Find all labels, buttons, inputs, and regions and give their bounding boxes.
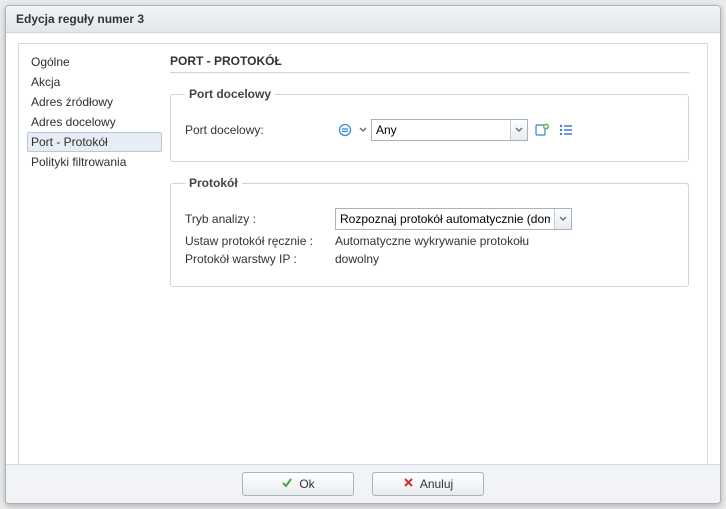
row-manual-protocol: Ustaw protokół ręcznie : Automatyczne wy… — [185, 234, 674, 248]
add-new-icon[interactable] — [532, 120, 552, 140]
chevron-down-icon[interactable] — [359, 123, 367, 137]
group-protocol: Protokół Tryb analizy : Ustaw protokół r… — [170, 176, 689, 287]
section-title: PORT - PROTOKÓŁ — [170, 52, 689, 73]
ok-button-label: Ok — [299, 477, 314, 491]
sidebar-item-port-protocol[interactable]: Port - Protokół — [27, 132, 162, 152]
chevron-down-icon[interactable] — [554, 209, 571, 229]
cancel-button[interactable]: Anuluj — [372, 472, 484, 496]
dst-port-combo[interactable] — [371, 119, 528, 141]
label-ip-layer-protocol: Protokół warstwy IP : — [185, 252, 335, 266]
sidebar-item-dst-addr[interactable]: Adres docelowy — [27, 112, 162, 132]
group-port: Port docelowy Port docelowy: — [170, 87, 689, 162]
close-icon — [403, 477, 414, 491]
dialog-edit-rule: Edycja reguły numer 3 Ogólne Akcja Adres… — [5, 5, 721, 504]
chevron-down-icon[interactable] — [510, 120, 527, 140]
sidebar-item-action[interactable]: Akcja — [27, 72, 162, 92]
sidebar-item-src-addr[interactable]: Adres źródłowy — [27, 92, 162, 112]
list-icon[interactable] — [556, 120, 576, 140]
sidebar-item-filter-policies[interactable]: Polityki filtrowania — [27, 152, 162, 172]
equals-icon — [335, 121, 355, 139]
label-analysis-mode: Tryb analizy : — [185, 212, 335, 226]
analysis-mode-input[interactable] — [336, 210, 554, 228]
group-protocol-legend: Protokół — [185, 176, 242, 190]
row-dst-port: Port docelowy: — [185, 119, 674, 141]
content-frame: Ogólne Akcja Adres źródłowy Adres docelo… — [18, 43, 708, 466]
value-ip-layer-protocol: dowolny — [335, 252, 379, 266]
cancel-button-label: Anuluj — [420, 477, 453, 491]
value-manual-protocol: Automatyczne wykrywanie protokołu — [335, 234, 529, 248]
row-ip-layer-protocol: Protokół warstwy IP : dowolny — [185, 252, 674, 266]
ok-button[interactable]: Ok — [242, 472, 354, 496]
dialog-body: Ogólne Akcja Adres źródłowy Adres docelo… — [6, 33, 720, 470]
label-manual-protocol: Ustaw protokół ręcznie : — [185, 234, 335, 248]
label-dst-port: Port docelowy: — [185, 123, 335, 137]
check-icon — [281, 477, 293, 492]
dst-port-controls — [335, 119, 576, 141]
dialog-footer: Ok Anuluj — [6, 464, 720, 503]
group-port-legend: Port docelowy — [185, 87, 275, 101]
dialog-title: Edycja reguły numer 3 — [6, 6, 720, 33]
row-analysis-mode: Tryb analizy : — [185, 208, 674, 230]
sidebar: Ogólne Akcja Adres źródłowy Adres docelo… — [19, 44, 162, 465]
analysis-mode-combo[interactable] — [335, 208, 572, 230]
main-panel: PORT - PROTOKÓŁ Port docelowy Port docel… — [162, 44, 707, 465]
sidebar-item-general[interactable]: Ogólne — [27, 52, 162, 72]
dst-port-input[interactable] — [372, 121, 510, 139]
